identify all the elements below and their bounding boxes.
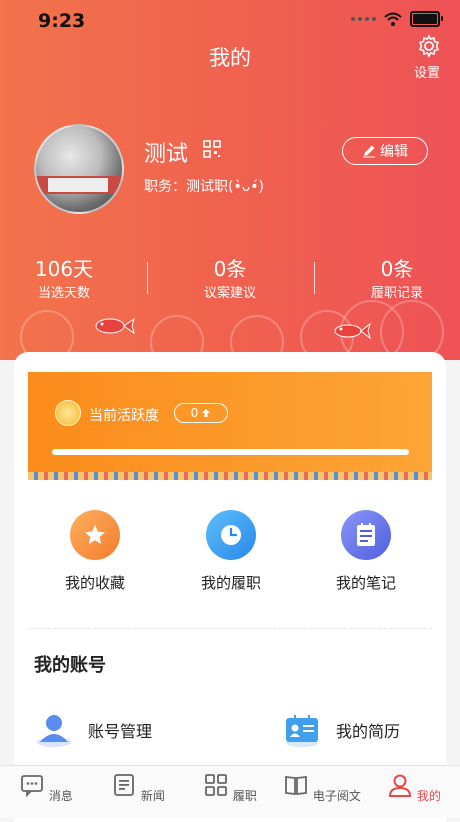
- koi-decoration-icon: [95, 317, 135, 335]
- stat-value: 0条: [380, 257, 414, 281]
- signal-icon: [351, 17, 376, 21]
- user-name: 测试: [144, 142, 189, 167]
- page-title: 我的: [209, 46, 251, 70]
- tab-e-reading[interactable]: 电子阅文: [282, 772, 362, 804]
- section-divider: [28, 628, 432, 629]
- stats-row: 106天 当选天数 0条 议案建议 0条 履职记录: [0, 258, 460, 302]
- clock-icon: [206, 510, 256, 560]
- tab-mine[interactable]: 我的: [374, 772, 454, 804]
- wifi-icon: [384, 12, 402, 26]
- tab-news[interactable]: 新闻: [98, 772, 178, 804]
- my-notes-button[interactable]: 我的笔记: [306, 510, 426, 593]
- arrow-up-icon: [202, 409, 211, 417]
- qrcode-icon[interactable]: [203, 140, 221, 158]
- account-item-label: 我的简历: [336, 722, 401, 741]
- pencil-icon: [363, 145, 375, 158]
- my-duty-button[interactable]: 我的履职: [171, 510, 291, 593]
- book-icon: [285, 775, 307, 796]
- banner-border: [28, 472, 432, 480]
- account-management-item[interactable]: 账号管理: [34, 712, 152, 748]
- status-bar: 9:23: [0, 0, 460, 40]
- battery-icon: [410, 11, 443, 27]
- stat-days[interactable]: 106天 当选天数: [4, 258, 124, 301]
- tab-duty[interactable]: 履职: [190, 772, 270, 804]
- bottom-tab-bar: 消息 新闻 履职 电子阅文 我的: [0, 765, 460, 818]
- user-job: 职务：测试职(•̀ᴗ•́): [144, 179, 265, 195]
- activity-value-badge: 0: [174, 403, 228, 423]
- my-resume-item[interactable]: 我的简历: [282, 712, 400, 748]
- resume-icon: [286, 715, 318, 747]
- quick-label: 我的笔记: [335, 574, 396, 592]
- status-time: 9:23: [38, 10, 86, 32]
- stats-divider: [147, 262, 148, 294]
- notepad-icon: [341, 510, 391, 560]
- tab-label: 我的: [416, 789, 441, 803]
- tab-label: 消息: [48, 789, 73, 803]
- activity-progress-bar: [52, 449, 409, 455]
- star-icon: [70, 510, 120, 560]
- settings-label: 设置: [413, 66, 440, 81]
- tab-label: 新闻: [140, 789, 165, 803]
- edit-label: 编辑: [380, 144, 408, 160]
- gear-icon: [418, 34, 440, 58]
- message-icon: [21, 775, 43, 798]
- user-icon: [37, 715, 71, 747]
- avatar[interactable]: [34, 124, 124, 214]
- tab-label: 电子阅文: [312, 789, 361, 803]
- stat-label: 当选天数: [37, 286, 90, 301]
- settings-button[interactable]: 设置: [414, 34, 444, 81]
- stat-value: 106天: [34, 257, 94, 281]
- stats-divider: [314, 262, 315, 294]
- stat-records[interactable]: 0条 履职记录: [337, 258, 457, 301]
- avatar-image-part: [48, 178, 108, 192]
- news-icon: [114, 774, 134, 796]
- activity-label: 当前活跃度: [89, 408, 159, 424]
- person-icon: [389, 774, 412, 797]
- tab-messages[interactable]: 消息: [6, 772, 86, 804]
- my-favorites-button[interactable]: 我的收藏: [35, 510, 155, 593]
- koi-decoration-icon: [334, 322, 371, 340]
- coin-icon: [55, 400, 81, 426]
- stat-value: 0条: [213, 257, 247, 281]
- quick-label: 我的履职: [200, 574, 261, 592]
- quick-label: 我的收藏: [64, 574, 125, 592]
- stat-proposals[interactable]: 0条 议案建议: [170, 258, 290, 301]
- stat-label: 议案建议: [203, 286, 256, 301]
- decor-arc: [380, 300, 444, 360]
- account-item-label: 账号管理: [88, 722, 153, 741]
- tab-label: 履职: [232, 789, 257, 803]
- grid-icon: [205, 774, 227, 796]
- stat-label: 履职记录: [370, 286, 423, 301]
- edit-profile-button[interactable]: 编辑: [342, 137, 428, 165]
- activity-value: 0: [190, 406, 199, 420]
- account-section-title: 我的账号: [34, 655, 106, 676]
